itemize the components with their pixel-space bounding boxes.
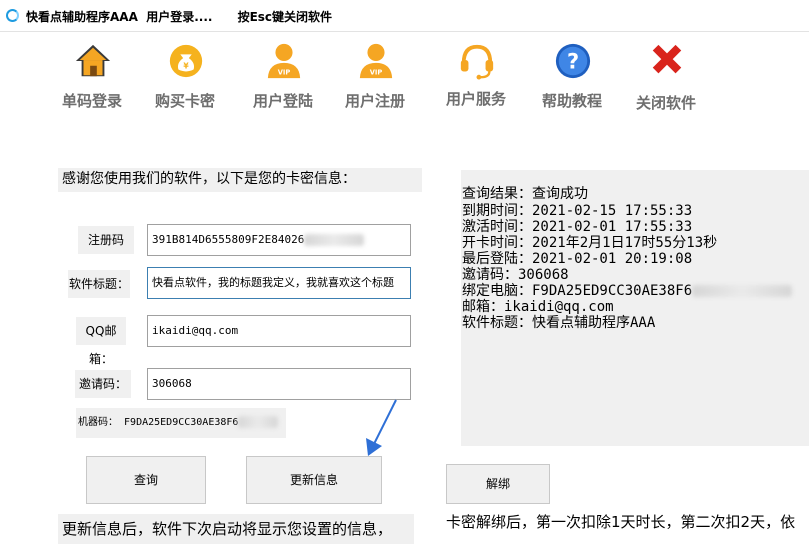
toolbar-help[interactable]: ? 帮助教程: [532, 42, 612, 114]
result-line: 开卡时间：2021年2月1日17时55分13秒: [462, 235, 718, 251]
email-label: QQ邮箱：: [76, 317, 126, 366]
toolbar-label: 关闭软件: [635, 94, 696, 112]
result-line: 软件标题：快看点辅助程序AAA: [462, 315, 656, 331]
redacted-mask: [238, 416, 279, 428]
title-bar: 快看点辅助程序AAA 用户登录.... 按Esc键关闭软件: [0, 0, 809, 32]
email-input[interactable]: ikaidi@qq.com: [147, 315, 411, 347]
svg-text:?: ?: [567, 50, 579, 74]
result-line: 邀请码：306068: [462, 267, 569, 283]
toolbar-label: 用户登陆: [252, 92, 313, 110]
svg-text:VIP: VIP: [278, 68, 291, 76]
toolbar-close-software[interactable]: 关闭软件: [626, 42, 706, 114]
headset-icon: [460, 44, 494, 80]
title-value: 快看点软件，我的标题我定义，我就喜欢这个标题: [152, 276, 394, 289]
arrow-annotation-icon: [366, 399, 397, 456]
update-info-button[interactable]: 更新信息: [246, 456, 382, 504]
toolbar-label: 用户服务: [445, 90, 506, 108]
email-value: ikaidi@qq.com: [152, 324, 239, 337]
toolbar-user-register[interactable]: VIP 用户注册: [335, 42, 415, 114]
vip-user-icon: VIP: [267, 43, 301, 79]
money-bag-icon: ¥: [169, 44, 203, 78]
help-icon: ?: [555, 43, 591, 79]
result-line: 查询结果：查询成功: [462, 186, 588, 202]
toolbar-label: 单码登录: [61, 92, 122, 110]
title-status: 用户登录....: [146, 10, 213, 24]
result-line: 激活时间：2021-02-01 17:55:33: [462, 219, 693, 235]
machine-code-value: F9DA25ED9CC30AE38F6: [124, 417, 239, 428]
toolbar-label: 用户注册: [344, 92, 405, 110]
toolbar-user-login[interactable]: VIP 用户登陆: [243, 42, 323, 114]
svg-text:¥: ¥: [183, 62, 189, 71]
vip-user-icon: VIP: [359, 43, 393, 79]
toolbar-label: 帮助教程: [541, 92, 602, 110]
app-icon: [6, 9, 19, 22]
result-line: 最后登陆：2021-02-01 20:19:08: [462, 251, 693, 267]
intro-text: 感谢您使用我们的软件，以下是您的卡密信息：: [62, 171, 356, 187]
machine-code: 机器码： F9DA25ED9CC30AE38F6: [76, 408, 286, 438]
reg-code-input[interactable]: 391B814D6555809F2E84026: [147, 224, 411, 256]
toolbar-label: 购买卡密: [154, 92, 215, 110]
home-icon: [75, 44, 111, 77]
query-button[interactable]: 查询: [86, 456, 206, 504]
bound-computer-text: 绑定电脑：F9DA25ED9CC30AE38F6: [462, 283, 693, 299]
machine-code-label: 机器码：: [78, 417, 118, 428]
reg-code-label: 注册码: [78, 226, 134, 254]
window-title: 快看点辅助程序AAA 用户登录.... 按Esc键关闭软件: [26, 8, 332, 25]
title-input[interactable]: 快看点软件，我的标题我定义，我就喜欢这个标题: [147, 267, 411, 299]
invite-value: 306068: [152, 377, 192, 390]
close-icon: [652, 44, 682, 74]
unbind-notice-text: 卡密解绑后，第一次扣除1天时长，第二次扣2天，依: [446, 513, 796, 531]
toolbar-user-service[interactable]: 用户服务: [436, 42, 516, 114]
reg-code-value: 391B814D6555809F2E84026: [152, 233, 305, 246]
toolbar-single-code-login[interactable]: 单码登录: [52, 42, 132, 114]
title-hint: 按Esc键关闭软件: [237, 10, 333, 24]
redacted-mask: [304, 234, 365, 246]
svg-text:VIP: VIP: [370, 68, 383, 76]
result-line: 绑定电脑：F9DA25ED9CC30AE38F6: [462, 283, 793, 299]
result-line: 到期时间：2021-02-15 17:55:33: [462, 203, 693, 219]
unbind-button[interactable]: 解绑: [446, 464, 550, 504]
invite-label: 邀请码：: [75, 370, 131, 398]
title-app-name: 快看点辅助程序AAA: [26, 10, 138, 24]
update-notice-text: 更新信息后，软件下次启动将显示您设置的信息，: [62, 520, 393, 538]
toolbar-buy-card[interactable]: ¥ 购买卡密: [145, 42, 225, 114]
redacted-mask: [692, 285, 793, 297]
result-line: 邮箱：ikaidi@qq.com: [462, 299, 614, 315]
title-label: 软件标题：: [68, 270, 130, 298]
invite-input[interactable]: 306068: [147, 368, 411, 400]
